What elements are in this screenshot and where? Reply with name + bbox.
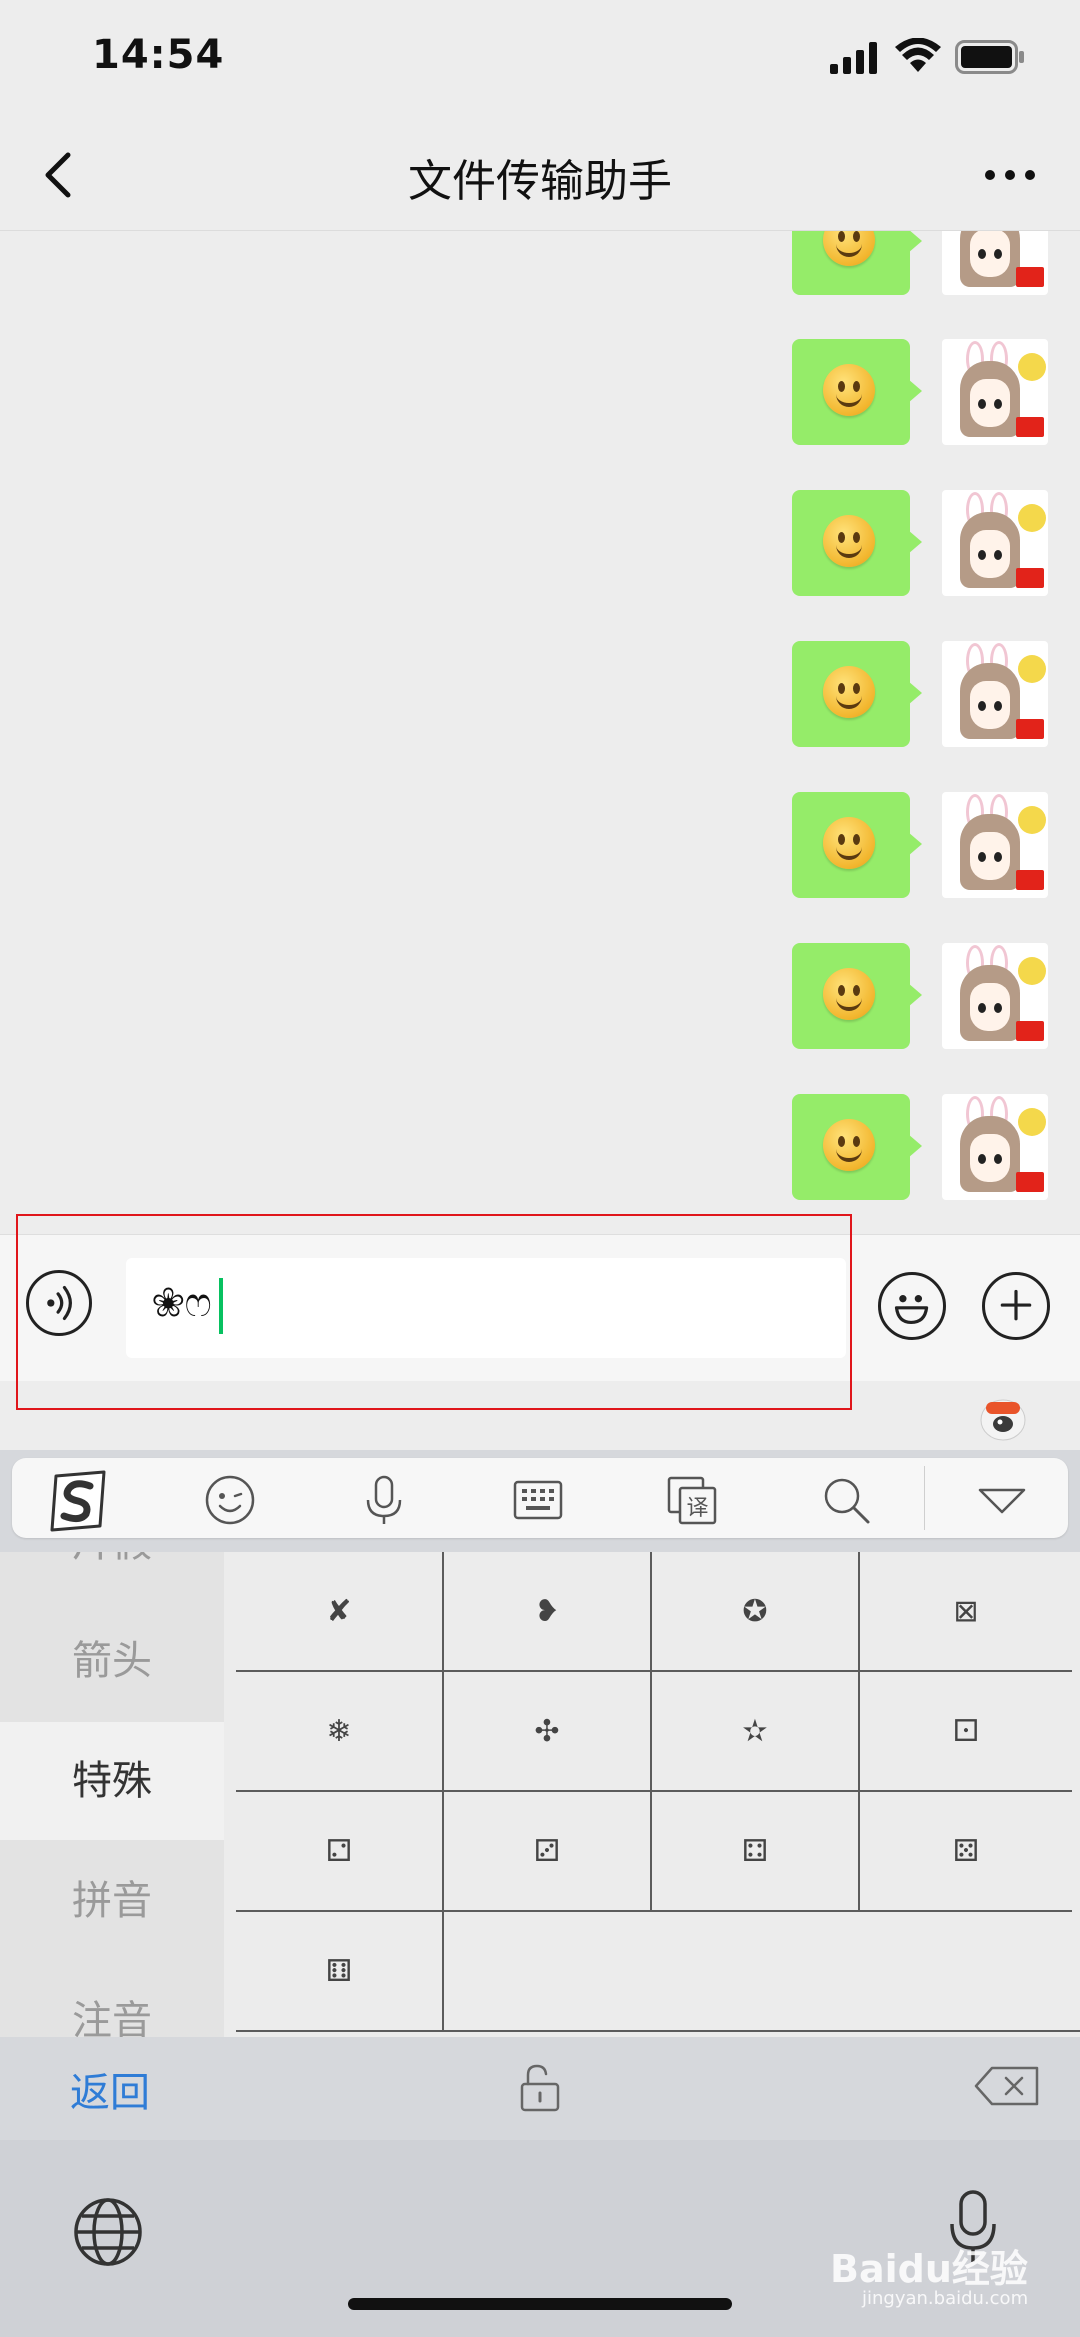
symbol-key[interactable]: ⊠ <box>860 1552 1072 1672</box>
annotation-highlight-box <box>16 1214 852 1410</box>
symbol-key[interactable]: ✪ <box>652 1552 860 1672</box>
avatar[interactable] <box>942 339 1048 445</box>
chat-message[interactable] <box>0 231 1080 299</box>
more-functions-button[interactable] <box>982 1272 1050 1340</box>
smiley-emoji-icon <box>823 231 875 266</box>
chat-message[interactable] <box>0 339 1080 449</box>
bubble-tail <box>908 681 922 705</box>
message-bubble[interactable] <box>792 490 910 596</box>
bubble-tail <box>908 530 922 554</box>
keyboard-icon[interactable] <box>512 1474 564 1526</box>
avatar[interactable] <box>942 943 1048 1049</box>
message-bubble[interactable] <box>792 943 910 1049</box>
symbol-category-list[interactable]: 片假箭头特殊拼音注音 <box>0 1552 224 2037</box>
smiley-emoji-icon <box>823 515 875 567</box>
message-bubble[interactable] <box>792 641 910 747</box>
smiley-emoji-icon <box>823 968 875 1020</box>
symbol-key[interactable]: ⚂ <box>444 1792 652 1912</box>
symbol-key[interactable]: ❥ <box>444 1552 652 1672</box>
smiley-emoji-icon <box>823 1119 875 1171</box>
signal-icon <box>830 42 877 74</box>
globe-icon[interactable] <box>72 2196 144 2268</box>
symbol-grid: ✘ ❥ ✪ ⊠ ❄ ✣ ✫ ⚀ ⚁ ⚂ ⚃ ⚄ ⚅ <box>236 1552 1080 2037</box>
chat-title: 文件传输助手 <box>408 156 672 207</box>
symbol-key[interactable]: ⚄ <box>860 1792 1072 1912</box>
chat-message[interactable] <box>0 641 1080 751</box>
home-indicator <box>348 2298 732 2310</box>
symbol-key[interactable]: ⚁ <box>236 1792 444 1912</box>
search-icon[interactable] <box>820 1474 872 1526</box>
smiley-emoji-icon <box>823 666 875 718</box>
avatar[interactable] <box>942 231 1048 295</box>
symbol-key[interactable]: ⚀ <box>860 1672 1072 1792</box>
sogou-logo-icon[interactable] <box>46 1470 110 1532</box>
microphone-icon[interactable] <box>358 1474 410 1526</box>
delete-key-icon[interactable] <box>974 2066 1040 2106</box>
watermark-logo: Baidu经验 <box>830 2247 1028 2291</box>
bubble-tail <box>908 1134 922 1158</box>
collapse-triangle-icon[interactable] <box>976 1474 1028 1526</box>
avatar[interactable] <box>942 792 1048 898</box>
back-key[interactable]: 返回 <box>70 2060 150 2118</box>
symbol-key[interactable]: ✣ <box>444 1672 652 1792</box>
symbol-key[interactable]: ✘ <box>236 1552 444 1672</box>
watermark-url: jingyan.baidu.com <box>862 2288 1029 2309</box>
bubble-tail <box>908 231 922 253</box>
emoji-button[interactable] <box>878 1272 946 1340</box>
smiley-emoji-icon <box>823 817 875 869</box>
symbol-category-item[interactable]: 特殊 <box>0 1722 224 1840</box>
chat-message[interactable] <box>0 1094 1080 1204</box>
avatar[interactable] <box>942 490 1048 596</box>
chat-message[interactable] <box>0 943 1080 1053</box>
symbol-key[interactable]: ❄ <box>236 1672 444 1792</box>
symbol-category-item[interactable]: 箭头 <box>0 1602 224 1720</box>
symbol-category-item[interactable]: 拼音 <box>0 1842 224 1960</box>
symbol-key[interactable]: ⚅ <box>236 1912 444 2032</box>
emoji-face-icon[interactable] <box>204 1474 256 1526</box>
svg-text:译: 译 <box>686 1496 708 1521</box>
smiley-emoji-icon <box>823 364 875 416</box>
sogou-mascot-icon[interactable] <box>978 1392 1028 1442</box>
message-bubble[interactable] <box>792 339 910 445</box>
avatar[interactable] <box>942 1094 1048 1200</box>
symbol-category-item[interactable]: 注音 <box>0 1962 224 2037</box>
chat-message[interactable] <box>0 792 1080 902</box>
clipboard-translate-icon[interactable]: 译 <box>666 1474 718 1526</box>
bubble-tail <box>908 379 922 403</box>
symbol-key[interactable]: ⚃ <box>652 1792 860 1912</box>
status-time: 14:54 <box>92 32 225 78</box>
symbol-category-item[interactable]: 片假 <box>0 1552 224 1602</box>
chat-message[interactable] <box>0 490 1080 600</box>
bubble-tail <box>908 832 922 856</box>
wifi-icon <box>895 38 941 72</box>
message-bubble[interactable] <box>792 792 910 898</box>
symbol-key[interactable]: ✫ <box>652 1672 860 1792</box>
toolbar-divider <box>924 1466 925 1530</box>
message-bubble[interactable] <box>792 1094 910 1200</box>
lock-icon[interactable] <box>514 2062 566 2114</box>
bubble-tail <box>908 983 922 1007</box>
symbol-grid-empty-area <box>444 1912 1080 2032</box>
chat-message-list[interactable] <box>0 231 1080 1231</box>
message-bubble[interactable] <box>792 231 910 295</box>
more-icon[interactable] <box>980 165 1040 185</box>
battery-icon <box>955 40 1024 74</box>
avatar[interactable] <box>942 641 1048 747</box>
